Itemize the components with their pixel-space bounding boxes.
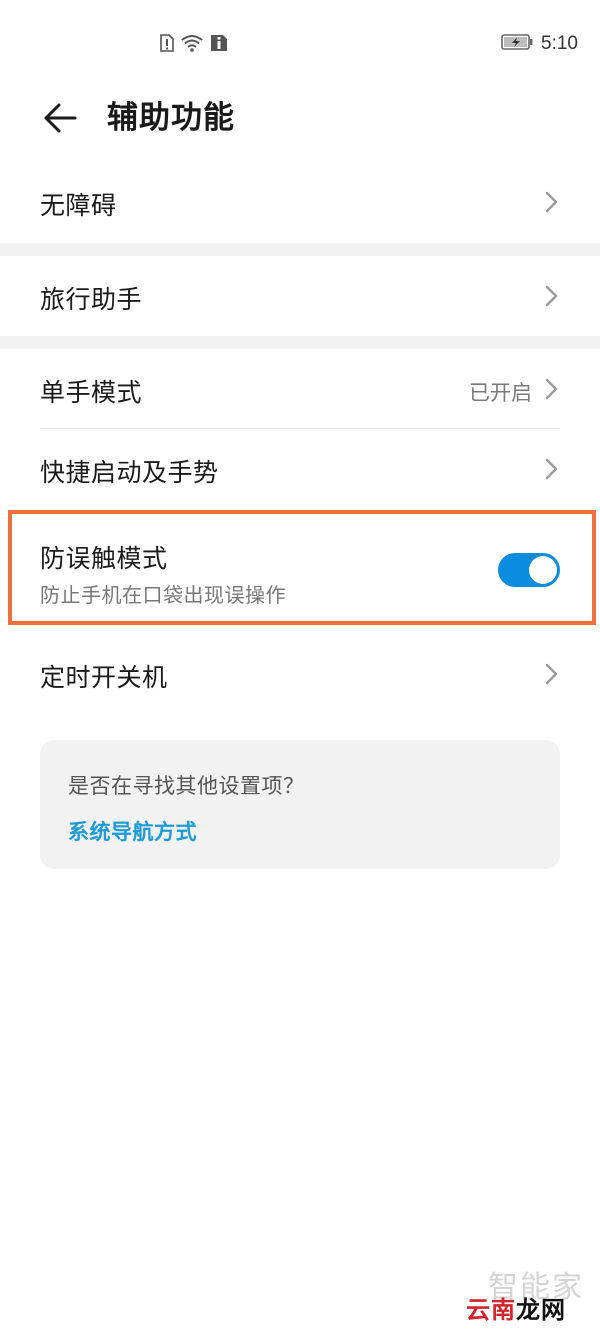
chevron-right-icon [542,377,560,401]
settings-item-one-hand-mode[interactable]: 单手模式 已开启 [0,349,600,429]
settings-item-travel-assistant[interactable]: 旅行助手 [0,256,600,336]
settings-item-label: 定时开关机 [40,663,168,692]
chevron-right-icon [542,284,560,308]
section-divider [0,336,600,349]
status-bar: 5:10 [0,0,600,90]
settings-item-label: 防误触模式 [40,544,168,573]
app-header: 辅助功能 [0,90,600,150]
accidental-touch-toggle[interactable] [498,553,560,587]
settings-item-accessibility[interactable]: 无障碍 [0,160,600,244]
status-icons-left [160,34,228,56]
chevron-right-icon [542,190,560,214]
settings-item-subtitle: 防止手机在口袋出现误操作 [40,583,286,607]
watermark-logo: 云南龙网 [466,1290,566,1325]
status-icons-right: 5:10 [501,33,578,55]
wifi-icon [180,34,204,56]
chevron-right-icon [542,662,560,686]
settings-item-value: 已开启 [469,381,532,405]
settings-item-scheduled-power[interactable]: 定时开关机 [0,632,600,716]
settings-item-label: 无障碍 [40,191,117,220]
status-time: 5:10 [541,33,578,54]
sim-alert-icon [160,34,174,56]
system-navigation-link[interactable]: 系统导航方式 [68,816,197,846]
back-button[interactable] [38,98,82,142]
settings-item-quick-launch-gestures[interactable]: 快捷启动及手势 [0,429,600,509]
watermark-black-text: 龙网 [516,1296,566,1324]
section-divider [0,243,600,256]
suggestion-card: 是否在寻找其他设置项？ 系统导航方式 [40,740,560,869]
chevron-right-icon [542,457,560,481]
toggle-knob [529,556,557,584]
page-title: 辅助功能 [107,100,235,136]
arrow-left-icon [43,103,77,137]
settings-item-label: 快捷启动及手势 [40,458,219,487]
suggestion-question: 是否在寻找其他设置项？ [68,774,305,798]
info-icon [210,34,228,56]
settings-item-label: 旅行助手 [40,285,143,314]
watermark-red-text: 云南 [466,1296,516,1324]
battery-charging-icon [501,34,533,54]
settings-item-label: 单手模式 [40,378,143,407]
